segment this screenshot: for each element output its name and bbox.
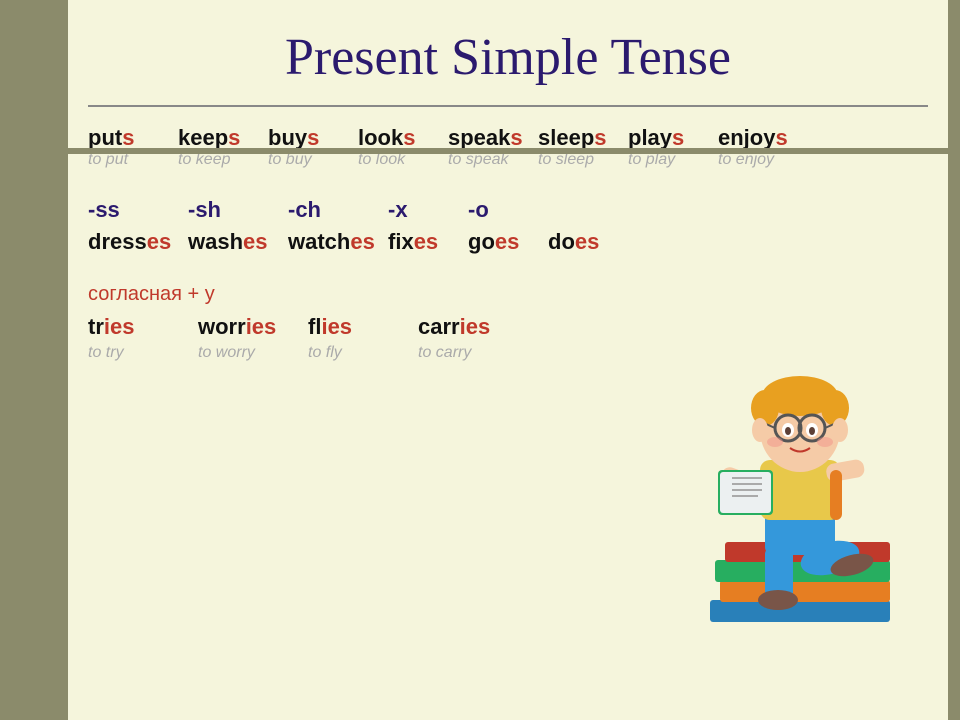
suffix-sh: -sh xyxy=(188,197,288,223)
s-letter: s xyxy=(594,125,606,150)
s-letter: s xyxy=(510,125,522,150)
s-letter: s xyxy=(307,125,319,150)
es-letter: es xyxy=(575,229,599,254)
ies-letter: ies xyxy=(246,314,277,339)
es-dresses: dresses xyxy=(88,229,188,255)
section-es-verbs: -ss -sh -ch -x -o dresses washes watches… xyxy=(88,197,928,255)
ies-sub-carry: to carry xyxy=(418,344,528,362)
es-letter: es xyxy=(414,229,438,254)
ies-tries: tries xyxy=(88,314,198,340)
verb-item-looks: looks to look xyxy=(358,125,448,169)
ies-sub-worry: to worry xyxy=(198,344,308,362)
ies-flies: flies xyxy=(308,314,418,340)
suffix-row: -ss -sh -ch -x -o xyxy=(88,197,928,223)
verb-item-keeps: keeps to keep xyxy=(178,125,268,169)
ies-worries: worries xyxy=(198,314,308,340)
ies-letter: ies xyxy=(460,314,491,339)
s-letter: s xyxy=(228,125,240,150)
ies-letter: ies xyxy=(321,314,352,339)
es-washes: washes xyxy=(188,229,288,255)
s-letter: s xyxy=(403,125,415,150)
s-letter: s xyxy=(775,125,787,150)
suffix-x: -x xyxy=(388,197,468,223)
verb-row-main: puts to put keeps to keep buys to buy lo… xyxy=(88,125,928,169)
es-fixes: fixes xyxy=(388,229,468,255)
page-title: Present Simple Tense xyxy=(88,10,928,105)
verb-item-puts: puts to put xyxy=(88,125,178,169)
es-watches: watches xyxy=(288,229,388,255)
es-verb-row: dresses washes watches fixes goes does xyxy=(88,229,928,255)
es-letter: es xyxy=(243,229,267,254)
left-bar xyxy=(0,0,68,720)
ies-letter: ies xyxy=(104,314,135,339)
ies-carries: carries xyxy=(418,314,528,340)
boy-svg xyxy=(670,300,930,670)
top-accent-bar xyxy=(28,148,948,154)
es-letter: es xyxy=(495,229,519,254)
verb-item-enjoys: enjoys to enjoy xyxy=(718,125,808,169)
section-regular-s: puts to put keeps to keep buys to buy lo… xyxy=(88,125,928,169)
suffix-ch: -ch xyxy=(288,197,388,223)
suffix-o: -o xyxy=(468,197,548,223)
es-letter: es xyxy=(147,229,171,254)
es-goes: goes xyxy=(468,229,548,255)
s-letter: s xyxy=(122,125,134,150)
right-bar xyxy=(948,0,960,720)
verb-item-buys: buys to buy xyxy=(268,125,358,169)
suffix-ss: -ss xyxy=(88,197,188,223)
es-does: does xyxy=(548,229,628,255)
divider xyxy=(88,105,928,107)
ies-sub-try: to try xyxy=(88,344,198,362)
s-letter: s xyxy=(672,125,684,150)
ies-sub-fly: to fly xyxy=(308,344,418,362)
boy-illustration xyxy=(670,300,930,670)
verb-item-speaks: speaks to speak xyxy=(448,125,538,169)
es-letter: es xyxy=(350,229,374,254)
verb-item-sleeps: sleeps to sleep xyxy=(538,125,628,169)
verb-item-plays: plays to play xyxy=(628,125,718,169)
